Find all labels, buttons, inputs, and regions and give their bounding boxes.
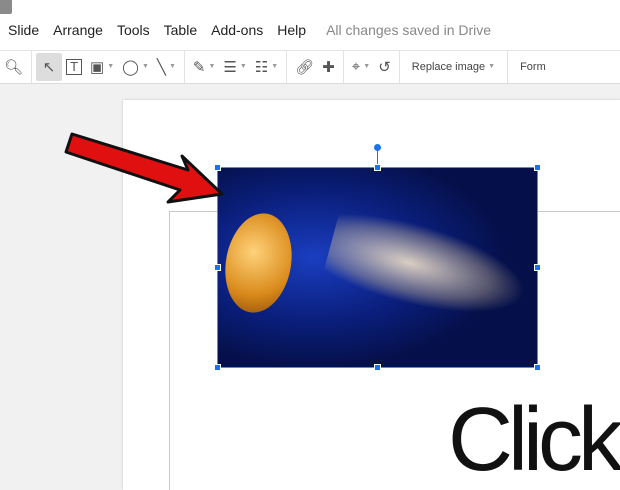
link-icon[interactable]: 🔗︎: [291, 53, 318, 81]
crop-icon[interactable]: ⌖ ▼: [348, 53, 374, 81]
jellyfish-tentacles: [321, 203, 535, 333]
replace-image-label: Replace image: [411, 60, 486, 73]
menu-slide[interactable]: Slide: [8, 22, 39, 38]
resize-handle-ne[interactable]: [534, 164, 541, 171]
toolbar: 🔍︎ ↖ T ▣ ▼ ◯ ▼ ╲ ▼ ✎ ▼ ☰ ▼ ☷ ▼ 🔗︎ ✚ ⌖ ▼ ↺ Repla…: [0, 50, 620, 83]
border-weight-icon[interactable]: ☰ ▼: [219, 53, 250, 81]
select-icon[interactable]: ↖: [36, 52, 63, 81]
save-status[interactable]: All changes saved in Drive: [326, 22, 491, 38]
menu-table[interactable]: Table: [164, 22, 197, 38]
slide-title-text[interactable]: Click: [448, 392, 620, 488]
comment-icon[interactable]: ✚: [318, 53, 339, 81]
resize-handle-w[interactable]: [214, 264, 221, 271]
menu-arrange[interactable]: Arrange: [53, 22, 103, 38]
line-icon[interactable]: ╲ ▼: [153, 53, 180, 81]
replace-image-button[interactable]: Replace image ▼: [404, 53, 503, 81]
menu-tools[interactable]: Tools: [117, 22, 150, 38]
resize-handle-n[interactable]: [374, 164, 381, 171]
resize-handle-e[interactable]: [534, 264, 541, 271]
border-color-icon[interactable]: ✎ ▼: [189, 53, 220, 81]
reset-image-icon[interactable]: ↺: [374, 53, 395, 81]
red-arrow-annotation: [64, 132, 224, 204]
app-logo[interactable]: [0, 0, 12, 14]
jellyfish-image[interactable]: [217, 167, 538, 368]
menu-bar: Slide Arrange Tools Table Add-ons Help A…: [8, 22, 491, 38]
shape-icon[interactable]: ◯ ▼: [118, 53, 153, 81]
menu-addons[interactable]: Add-ons: [211, 22, 263, 38]
resize-handle-sw[interactable]: [214, 364, 221, 371]
jellyfish-bell: [217, 208, 300, 318]
resize-handle-s[interactable]: [374, 364, 381, 371]
border-dash-icon[interactable]: ☷ ▼: [251, 53, 282, 81]
menu-help[interactable]: Help: [277, 22, 306, 38]
format-options-button[interactable]: Form: [512, 53, 554, 81]
header: Slide Arrange Tools Table Add-ons Help A…: [0, 0, 620, 84]
text-box-icon[interactable]: T: [66, 58, 83, 75]
resize-handle-se[interactable]: [534, 364, 541, 371]
image-icon[interactable]: ▣ ▼: [86, 53, 118, 81]
rotate-handle[interactable]: [374, 144, 381, 151]
zoom-icon[interactable]: 🔍︎: [0, 53, 27, 81]
